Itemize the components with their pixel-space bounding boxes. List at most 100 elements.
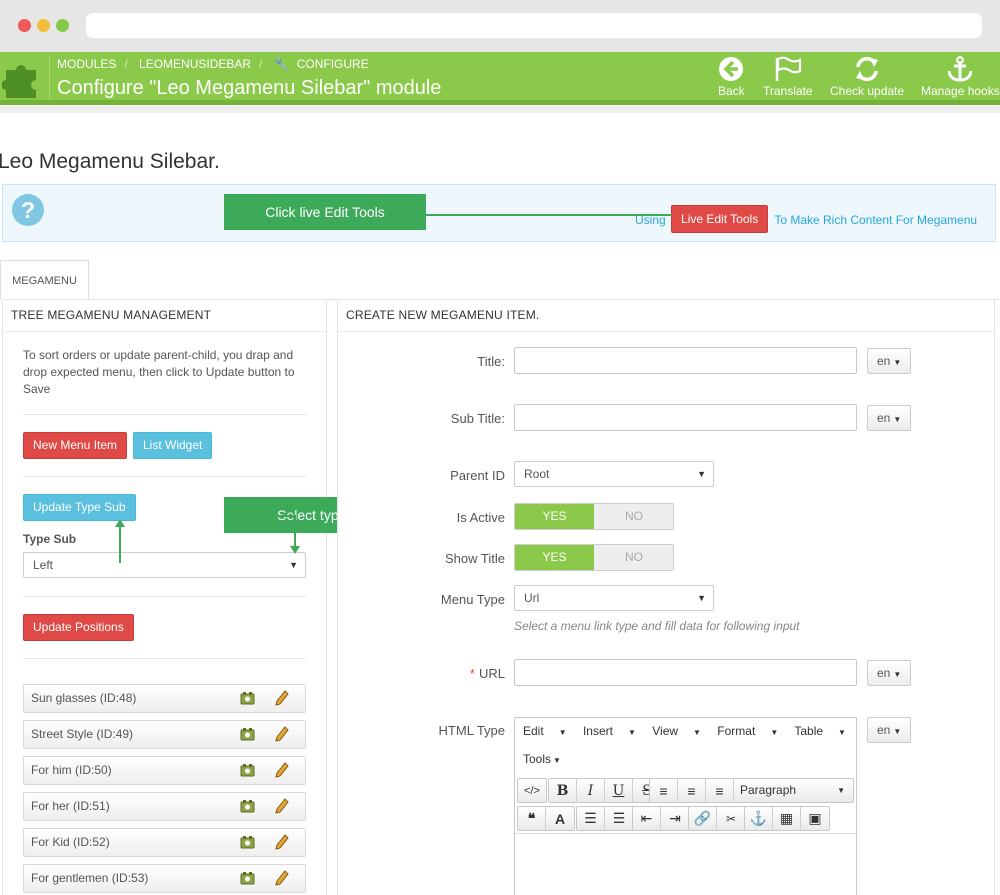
- menu-item-row[interactable]: Sun glasses (ID:48): [23, 684, 306, 713]
- divider: [23, 658, 306, 659]
- editor-menu-format[interactable]: Format ▼: [717, 724, 778, 738]
- source-code-icon[interactable]: </>: [518, 779, 546, 802]
- editor-insert-group: ⚓ ▦ ▣: [744, 806, 830, 831]
- url-input[interactable]: [514, 659, 857, 686]
- bullet-list-icon[interactable]: ☰: [577, 807, 605, 830]
- menu-type-select[interactable]: Url ▼: [514, 585, 714, 611]
- parent-id-select[interactable]: Root ▼: [514, 461, 714, 487]
- url-label-text: URL: [478, 666, 505, 681]
- tree-description: To sort orders or update parent-child, y…: [23, 348, 295, 396]
- menu-item-label: For him (ID:50): [31, 763, 112, 777]
- check-update-button[interactable]: Check update: [830, 56, 904, 98]
- html-type-label: HTML Type: [438, 723, 505, 738]
- menu-type-hint: Select a menu link type and fill data fo…: [514, 619, 800, 633]
- subtitle-lang-select[interactable]: en ▼: [867, 405, 911, 431]
- html-lang-select[interactable]: en ▼: [867, 717, 911, 743]
- breadcrumb-module[interactable]: LEOMENUSIDEBAR: [139, 57, 251, 71]
- tree-node-icon[interactable]: [240, 835, 255, 849]
- paragraph-format-select[interactable]: Paragraph ▼: [734, 779, 853, 802]
- address-bar[interactable]: [86, 13, 982, 38]
- editor-list-group: ☰ ☰: [576, 806, 634, 831]
- tree-node-icon[interactable]: [240, 763, 255, 777]
- is-active-toggle[interactable]: YES NO: [514, 503, 674, 530]
- manage-hooks-button[interactable]: Manage hooks: [921, 56, 1000, 98]
- breadcrumb-modules[interactable]: MODULES: [57, 57, 116, 71]
- menu-item-row[interactable]: For gentlemen (ID:53): [23, 864, 306, 893]
- list-widget-button[interactable]: List Widget: [133, 432, 213, 459]
- callout-connector-live-edit: [426, 214, 672, 216]
- parent-id-value: Root: [524, 467, 550, 481]
- rich-text-editor: Edit ▼ Insert ▼ View ▼ Format ▼ Table ▼ Tools…: [514, 717, 857, 895]
- page-title: Configure "Leo Megamenu Silebar" module: [57, 77, 442, 99]
- show-title-toggle[interactable]: YES NO: [514, 544, 674, 571]
- new-menu-item-button[interactable]: New Menu Item: [23, 432, 128, 459]
- chevron-down-icon: ▼: [893, 727, 902, 736]
- create-panel-heading: CREATE NEW MEGAMENU ITEM.: [338, 300, 994, 332]
- editor-toolbar-row2: ❝ A: [517, 806, 575, 831]
- pencil-icon[interactable]: [275, 726, 289, 742]
- pencil-icon[interactable]: [275, 690, 289, 706]
- align-center-icon[interactable]: ≡: [678, 779, 706, 802]
- title-label: Title:: [477, 354, 505, 369]
- tree-node-icon[interactable]: [240, 799, 255, 813]
- bold-icon[interactable]: B: [549, 779, 577, 802]
- numbered-list-icon[interactable]: ☰: [605, 807, 633, 830]
- text-color-icon[interactable]: A: [546, 807, 574, 830]
- align-left-icon[interactable]: ≡: [650, 779, 678, 802]
- tab-megamenu[interactable]: MEGAMENU: [0, 260, 89, 300]
- show-title-label: Show Title: [445, 551, 505, 566]
- editor-menu-edit[interactable]: Edit ▼: [523, 724, 567, 738]
- pencil-icon[interactable]: [275, 762, 289, 778]
- header-separator: [49, 56, 50, 100]
- outdent-icon[interactable]: ⇤: [633, 807, 661, 830]
- tree-node-icon[interactable]: [240, 871, 255, 885]
- blockquote-icon[interactable]: ❝: [518, 807, 546, 830]
- pencil-icon[interactable]: [275, 798, 289, 814]
- page-header: MODULES / LEOMENUSIDEBAR / 🔧 CONFIGURE Conf…: [0, 52, 1000, 105]
- editor-menu-table[interactable]: Table ▼: [794, 724, 846, 738]
- update-positions-button[interactable]: Update Positions: [23, 614, 134, 641]
- editor-menu-insert[interactable]: Insert ▼: [583, 724, 636, 738]
- live-edit-tools-button[interactable]: Live Edit Tools: [671, 205, 769, 233]
- menu-item-label: For her (ID:51): [31, 799, 110, 813]
- editor-menu-view[interactable]: View ▼: [652, 724, 701, 738]
- menu-item-row[interactable]: For him (ID:50): [23, 756, 306, 785]
- menu-item-row[interactable]: Street Style (ID:49): [23, 720, 306, 749]
- is-active-yes[interactable]: YES: [515, 504, 594, 529]
- editor-menu-tools[interactable]: Tools ▼: [523, 752, 561, 766]
- pencil-icon[interactable]: [275, 834, 289, 850]
- pencil-icon[interactable]: [275, 870, 289, 886]
- editor-link-group: 🔗 ✂: [688, 806, 746, 831]
- title-lang-select[interactable]: en ▼: [867, 348, 911, 374]
- menu-item-row[interactable]: For Kid (ID:52): [23, 828, 306, 857]
- media-icon[interactable]: ▦: [773, 807, 801, 830]
- title-input[interactable]: [514, 347, 857, 374]
- underline-icon[interactable]: U: [605, 779, 633, 802]
- anchor-icon[interactable]: ⚓: [745, 807, 773, 830]
- tree-node-icon[interactable]: [240, 727, 255, 741]
- link-icon[interactable]: 🔗: [689, 807, 717, 830]
- chevron-down-icon: ▼: [893, 358, 902, 367]
- url-lang-select[interactable]: en ▼: [867, 660, 911, 686]
- window-close-dot[interactable]: [18, 19, 31, 32]
- window-minimize-dot[interactable]: [37, 19, 50, 32]
- subtitle-input[interactable]: [514, 404, 857, 431]
- menu-item-label: Street Style (ID:49): [31, 727, 134, 741]
- tree-node-icon[interactable]: [240, 691, 255, 705]
- align-right-icon[interactable]: ≡: [706, 779, 734, 802]
- unlink-icon[interactable]: ✂: [717, 807, 745, 830]
- window-maximize-dot[interactable]: [56, 19, 69, 32]
- tab-bar: MEGAMENU: [0, 260, 1000, 300]
- is-active-no[interactable]: NO: [594, 504, 673, 529]
- indent-icon[interactable]: ⇥: [661, 807, 689, 830]
- italic-icon[interactable]: I: [577, 779, 605, 802]
- menu-item-row[interactable]: For her (ID:51): [23, 792, 306, 821]
- back-button[interactable]: Back: [718, 56, 745, 98]
- image-icon[interactable]: ▣: [801, 807, 829, 830]
- show-title-yes[interactable]: YES: [515, 545, 594, 570]
- translate-button[interactable]: Translate: [763, 56, 813, 98]
- lang-label: en: [877, 666, 891, 680]
- type-sub-value: Left: [33, 558, 54, 572]
- show-title-no[interactable]: NO: [594, 545, 673, 570]
- translate-label: Translate: [763, 84, 813, 98]
